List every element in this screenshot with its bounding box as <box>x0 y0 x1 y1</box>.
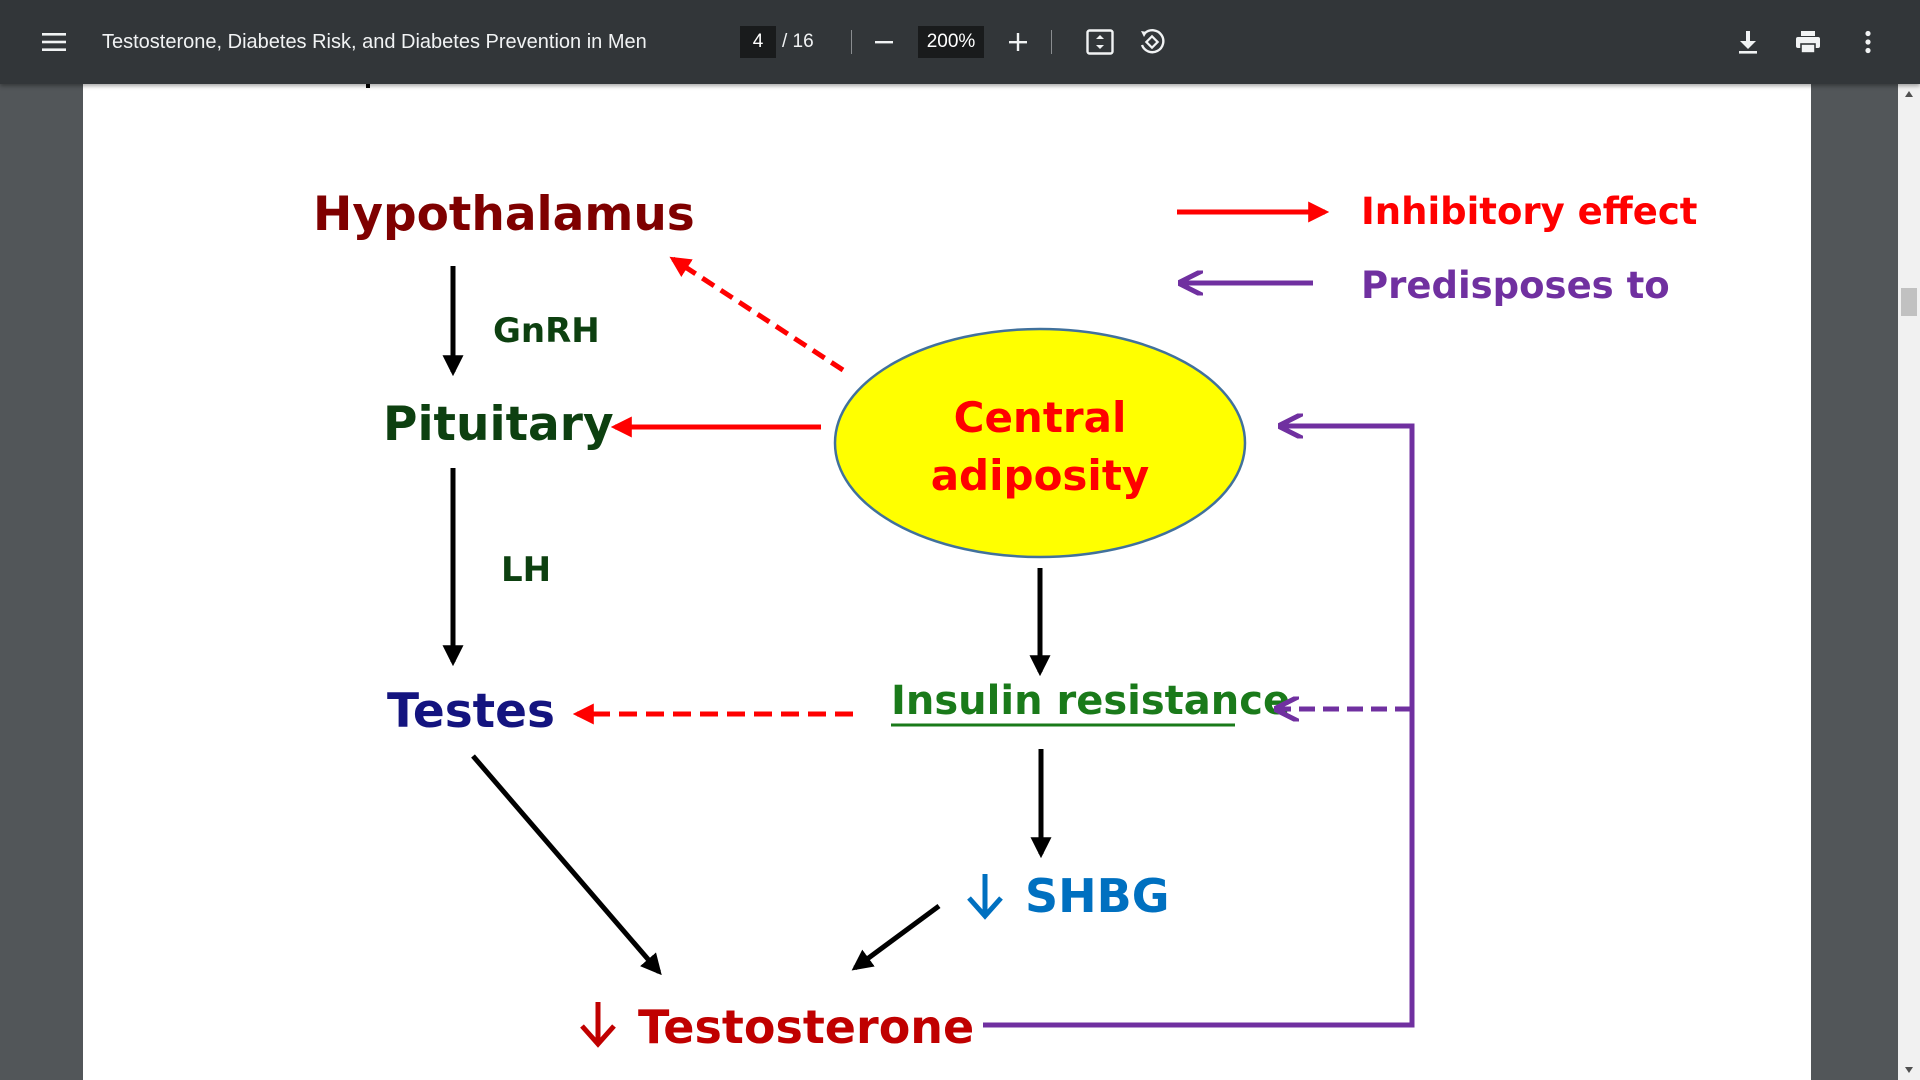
central-adiposity-label-line2: adiposity <box>931 451 1150 500</box>
vertical-scrollbar[interactable] <box>1898 84 1920 1080</box>
shbg-to-testosterone-arrow <box>851 903 941 971</box>
hypothalamus-label: Hypothalamus <box>313 187 695 242</box>
plus-icon <box>1009 33 1027 51</box>
more-vertical-icon <box>1865 30 1871 54</box>
pdf-page: Hypothalamus GnRH Pituitary LH Testes Ce… <box>83 84 1811 1080</box>
menu-button[interactable] <box>34 22 74 62</box>
scroll-up-button[interactable] <box>1898 84 1920 104</box>
scroll-thumb[interactable] <box>1901 288 1917 316</box>
document-title: Testosterone, Diabetes Risk, and Diabete… <box>102 30 647 53</box>
legend-inhibitory-label: Inhibitory effect <box>1361 190 1697 233</box>
page-number-input[interactable]: 4 <box>740 26 776 58</box>
rotate-button[interactable] <box>1132 22 1172 62</box>
fit-to-page-button[interactable] <box>1080 22 1120 62</box>
lh-label: LH <box>501 550 551 590</box>
more-options-button[interactable] <box>1848 22 1888 62</box>
shbg-label: SHBG <box>1025 869 1169 923</box>
triangle-up-icon <box>1905 91 1913 97</box>
scroll-down-button[interactable] <box>1898 1060 1920 1080</box>
down-arrow-icon <box>580 1002 616 1048</box>
zoom-out-button[interactable] <box>866 24 902 60</box>
toolbar-separator <box>1051 30 1052 54</box>
testosterone-label: Testosterone <box>638 1000 974 1054</box>
page-total: / 16 <box>782 31 814 52</box>
testes-label: Testes <box>387 684 555 739</box>
download-icon <box>1739 31 1757 54</box>
minus-icon <box>875 41 893 44</box>
down-arrow-icon <box>967 874 1003 920</box>
printer-icon <box>1796 31 1820 54</box>
download-button[interactable] <box>1728 22 1768 62</box>
zoom-level-input[interactable]: 200% <box>918 26 984 58</box>
fit-page-icon <box>1086 29 1114 55</box>
gnrh-label: GnRH <box>493 311 600 351</box>
pdf-toolbar: Testosterone, Diabetes Risk, and Diabete… <box>0 0 1920 84</box>
triangle-down-icon <box>1905 1067 1913 1073</box>
hamburger-menu-icon <box>42 33 66 51</box>
clipped-text-fragment <box>366 84 370 88</box>
adiposity-to-hypothalamus-arrow <box>669 256 845 373</box>
figure-diagram: Hypothalamus GnRH Pituitary LH Testes Ce… <box>313 84 1697 1054</box>
insulin-resistance-label: Insulin resistance <box>891 678 1290 724</box>
central-adiposity-ellipse <box>833 327 1247 559</box>
print-button[interactable] <box>1788 22 1828 62</box>
toolbar-separator <box>851 30 852 54</box>
rotate-icon <box>1140 29 1165 54</box>
pituitary-label: Pituitary <box>383 397 614 452</box>
pdf-viewer-area: Hypothalamus GnRH Pituitary LH Testes Ce… <box>0 84 1920 1080</box>
testes-to-testosterone-arrow <box>471 754 662 976</box>
zoom-in-button[interactable] <box>1000 24 1036 60</box>
central-adiposity-label-line1: Central <box>954 393 1127 442</box>
legend-predisposes-label: Predisposes to <box>1361 264 1670 307</box>
